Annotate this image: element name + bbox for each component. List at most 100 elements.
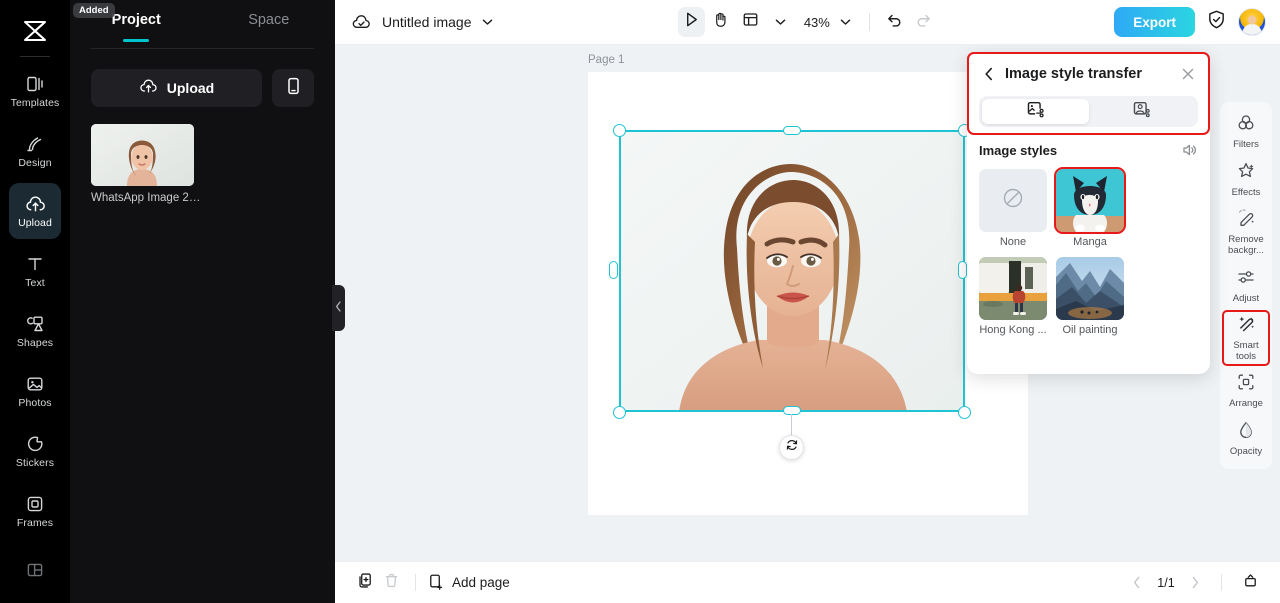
- tool-opacity[interactable]: Opacity: [1220, 415, 1272, 463]
- tool-filters[interactable]: Filters: [1220, 108, 1272, 156]
- stickers-icon: [24, 433, 46, 455]
- zoom-dropdown-caret[interactable]: [832, 7, 860, 37]
- resize-handle-left-middle[interactable]: [609, 261, 618, 279]
- tool-smart-tools[interactable]: Smart tools: [1220, 309, 1272, 367]
- none-forbidden-icon: [1002, 187, 1024, 214]
- upload-cloud-icon: [24, 193, 46, 215]
- back-button[interactable]: [979, 64, 999, 84]
- selected-image-object[interactable]: [619, 130, 965, 412]
- list-item[interactable]: Added WhatsApp Image 20...: [73, 3, 203, 204]
- shield-check-icon[interactable]: [1206, 9, 1227, 35]
- page-indicator: 1/1: [1157, 575, 1175, 590]
- layout-tool-button[interactable]: [737, 7, 765, 37]
- tool-label: Remove backgr...: [1228, 234, 1264, 256]
- sidebar-item-frames[interactable]: Frames: [9, 483, 61, 539]
- sidebar-item-photos[interactable]: Photos: [9, 363, 61, 419]
- tool-adjust[interactable]: Adjust: [1220, 262, 1272, 310]
- style-thumbnail[interactable]: [979, 257, 1047, 320]
- tab-space[interactable]: Space: [203, 12, 336, 42]
- close-icon: [1182, 68, 1194, 80]
- style-card-none[interactable]: None: [979, 169, 1047, 248]
- rail-divider: [20, 56, 50, 57]
- layout-grid-icon: [742, 11, 759, 33]
- next-page-button[interactable]: [1184, 572, 1206, 594]
- canvas-area[interactable]: Page 1 Image style transfer Image styles…: [335, 45, 1280, 561]
- topbar-right-group: Export: [1114, 7, 1266, 37]
- style-label: Oil painting: [1062, 324, 1118, 336]
- sidebar-item-text[interactable]: Text: [9, 243, 61, 299]
- sidebar-item-layout[interactable]: [9, 543, 61, 599]
- adjust-sliders-icon: [1236, 267, 1256, 292]
- upload-row: Upload: [70, 49, 335, 107]
- style-thumbnail[interactable]: [1056, 257, 1124, 320]
- style-label: None: [999, 236, 1027, 248]
- close-button[interactable]: [1178, 64, 1198, 84]
- avatar[interactable]: [1238, 8, 1266, 36]
- tool-label: Effects: [1231, 186, 1261, 198]
- frames-icon: [24, 493, 46, 515]
- undo-button[interactable]: [880, 7, 908, 37]
- tool-arrange[interactable]: Arrange: [1220, 367, 1272, 415]
- opacity-drop-icon: [1236, 420, 1256, 445]
- upload-from-mobile-button[interactable]: [272, 69, 314, 107]
- upload-button[interactable]: Upload: [91, 69, 262, 107]
- sound-icon[interactable]: [1180, 141, 1198, 159]
- image-styles-section-header: Image styles: [967, 127, 1210, 159]
- sidebar-item-shapes[interactable]: Shapes: [9, 303, 61, 359]
- fullscreen-button[interactable]: [1237, 570, 1263, 596]
- sidebar-item-label: Upload: [18, 217, 52, 230]
- right-tool-rail: Filters Effects Remove backgr... Adjust …: [1220, 102, 1272, 469]
- sidebar-item-upload[interactable]: Upload: [9, 183, 61, 239]
- page-label: Page 1: [588, 54, 625, 66]
- project-panel: Project Space Upload Added WhatsApp Imag…: [70, 0, 345, 603]
- document-title[interactable]: Untitled image: [382, 14, 472, 30]
- sidebar-item-design[interactable]: Design: [9, 123, 61, 179]
- hand-tool-button[interactable]: [707, 7, 735, 37]
- tool-effects[interactable]: Effects: [1220, 156, 1272, 204]
- style-thumbnail[interactable]: [979, 169, 1047, 232]
- zoom-level: 43%: [803, 14, 830, 30]
- undo-icon: [886, 11, 903, 33]
- tool-remove-background[interactable]: Remove backgr...: [1220, 203, 1272, 261]
- style-mode-tabs: [979, 96, 1198, 127]
- sidebar-item-stickers[interactable]: Stickers: [9, 423, 61, 479]
- duplicate-page-button[interactable]: [352, 570, 378, 596]
- resize-handle-top-left[interactable]: [613, 124, 626, 137]
- delete-page-button[interactable]: [378, 570, 404, 596]
- sidebar-item-templates[interactable]: Templates: [9, 63, 61, 119]
- style-card-manga[interactable]: Manga: [1054, 167, 1126, 248]
- style-panel-header: Image style transfer: [967, 52, 1210, 96]
- remove-background-icon: [1236, 208, 1256, 233]
- expand-icon: [1242, 572, 1259, 594]
- style-card-hong-kong[interactable]: Hong Kong ...: [979, 257, 1047, 336]
- tool-label: Adjust: [1232, 292, 1260, 304]
- tool-label: Arrange: [1229, 398, 1263, 410]
- panel-collapse-handle[interactable]: [332, 285, 345, 331]
- rotate-handle[interactable]: [779, 435, 804, 460]
- asset-thumbnail[interactable]: [91, 124, 194, 186]
- export-button[interactable]: Export: [1114, 7, 1195, 37]
- asset-list: Added WhatsApp Image 20...: [70, 3, 335, 204]
- resize-handle-top-center[interactable]: [783, 126, 801, 135]
- sidebar-item-label: Text: [25, 277, 45, 290]
- bottombar-divider: [1221, 574, 1222, 591]
- capcut-logo-icon[interactable]: [0, 8, 70, 54]
- resize-handle-bottom-center[interactable]: [783, 406, 801, 415]
- resize-handle-right-middle[interactable]: [958, 261, 967, 279]
- layout-dropdown-caret[interactable]: [766, 7, 794, 37]
- portrait-style-tab[interactable]: [1089, 99, 1196, 124]
- style-card-oil-painting[interactable]: Oil painting: [1056, 257, 1124, 336]
- style-thumbnail[interactable]: [1054, 167, 1126, 234]
- page-navigation: 1/1: [1126, 570, 1263, 596]
- prev-page-button[interactable]: [1126, 572, 1148, 594]
- image-style-tab[interactable]: [982, 99, 1089, 124]
- chevron-down-icon[interactable]: [482, 18, 493, 26]
- hand-icon: [712, 11, 729, 33]
- resize-handle-bottom-right[interactable]: [958, 406, 971, 419]
- add-page-button[interactable]: Add page: [427, 573, 510, 593]
- resize-handle-bottom-left[interactable]: [613, 406, 626, 419]
- tool-label: Opacity: [1229, 446, 1263, 457]
- chevron-right-icon: [1192, 576, 1199, 589]
- select-tool-button[interactable]: [677, 7, 706, 37]
- redo-button[interactable]: [910, 7, 938, 37]
